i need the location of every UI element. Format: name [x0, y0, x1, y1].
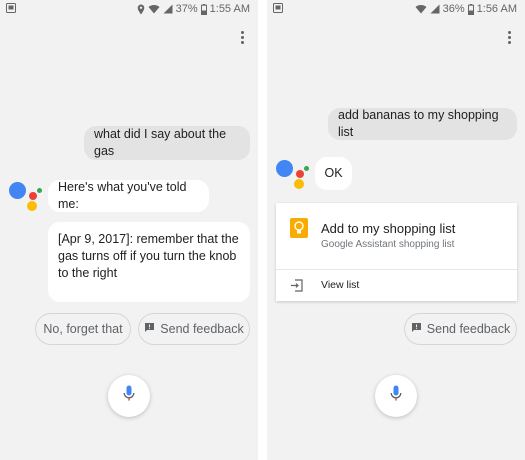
- memory-note-text: [Apr 9, 2017]: remember that the gas tur…: [58, 232, 239, 280]
- send-feedback-chip[interactable]: Send feedback: [138, 313, 250, 345]
- mic-button[interactable]: [375, 375, 417, 417]
- battery-percent: 36%: [442, 3, 465, 15]
- screenshot-notification-icon: [6, 3, 16, 13]
- battery-percent: 37%: [175, 3, 198, 15]
- clock-time: 1:56 AM: [476, 3, 517, 15]
- location-icon: [137, 4, 145, 15]
- user-query-bubble: add bananas to my shopping list: [328, 108, 517, 140]
- more-vertical-icon[interactable]: [239, 31, 245, 45]
- battery-icon: [467, 3, 474, 15]
- user-query-bubble: what did I say about the gas: [84, 126, 250, 160]
- feedback-icon: [144, 322, 155, 336]
- assistant-reply-bubble: Here's what you've told me:: [48, 180, 209, 212]
- assistant-reply-text: Here's what you've told me:: [58, 180, 187, 211]
- wifi-icon: [148, 4, 160, 14]
- assistant-screen-left: 37% 1:55 AM what did I say about the gas…: [0, 0, 258, 460]
- forget-that-chip[interactable]: No, forget that: [35, 313, 131, 345]
- battery-icon: [200, 3, 207, 15]
- send-feedback-label: Send feedback: [426, 322, 511, 336]
- microphone-icon: [390, 385, 402, 408]
- wifi-icon: [415, 4, 427, 14]
- signal-icon: [430, 4, 440, 14]
- memory-note-card: [Apr 9, 2017]: remember that the gas tur…: [48, 222, 250, 302]
- lightbulb-icon: [290, 218, 308, 238]
- feedback-icon: [411, 322, 422, 336]
- mic-button[interactable]: [108, 375, 150, 417]
- open-list-icon: [290, 279, 303, 292]
- signal-icon: [163, 4, 173, 14]
- shopping-list-card: Add to my shopping list Google Assistant…: [276, 203, 517, 301]
- status-bar: 37% 1:55 AM: [0, 0, 258, 18]
- status-bar: 36% 1:56 AM: [267, 0, 525, 18]
- view-list-label: View list: [321, 279, 360, 291]
- clock-time: 1:55 AM: [209, 3, 250, 15]
- google-assistant-logo-icon: [9, 182, 43, 212]
- user-query-text: what did I say about the gas: [94, 127, 227, 158]
- screenshot-notification-icon: [273, 3, 283, 13]
- send-feedback-chip[interactable]: Send feedback: [404, 313, 517, 345]
- microphone-icon: [123, 385, 135, 408]
- assistant-reply-bubble: OK: [315, 157, 352, 190]
- card-subtitle: Google Assistant shopping list: [321, 239, 455, 250]
- card-title: Add to my shopping list: [321, 221, 456, 236]
- assistant-screen-right: 36% 1:56 AM add bananas to my shopping l…: [267, 0, 525, 460]
- assistant-reply-text: OK: [324, 166, 343, 180]
- user-query-text: add bananas to my shopping list: [338, 108, 499, 139]
- more-vertical-icon[interactable]: [506, 31, 512, 45]
- google-assistant-logo-icon: [276, 160, 310, 190]
- forget-that-label: No, forget that: [43, 322, 123, 336]
- send-feedback-label: Send feedback: [160, 322, 244, 336]
- view-list-action[interactable]: View list: [276, 270, 517, 301]
